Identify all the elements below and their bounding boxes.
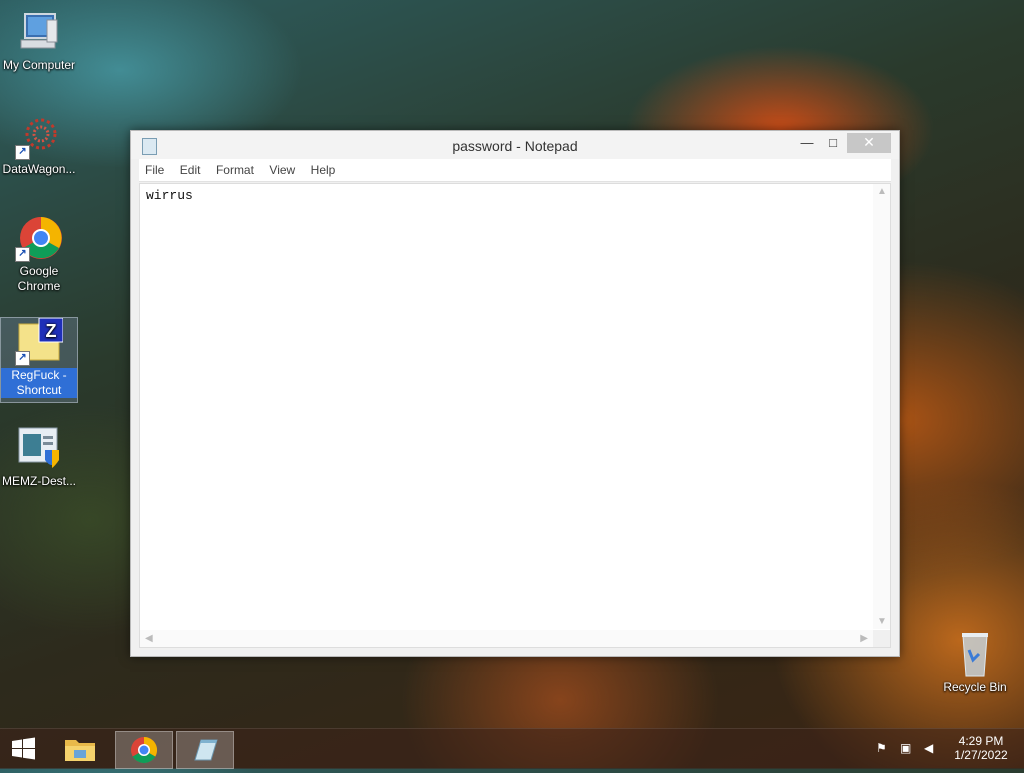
- start-button[interactable]: [0, 731, 48, 767]
- desktop-icon-label: MEMZ-Dest...: [2, 474, 76, 488]
- desktop-icon-datawagon[interactable]: ↗ DataWagon...: [1, 112, 77, 177]
- network-icon[interactable]: ▣: [900, 741, 911, 755]
- scroll-down-arrow-icon[interactable]: ▼: [877, 616, 887, 627]
- desktop-icon-recycle-bin[interactable]: Recycle Bin: [937, 630, 1013, 695]
- desktop-icon-label: RegFuck - Shortcut: [1, 368, 77, 398]
- desktop-icon-memz[interactable]: MEMZ-Dest...: [1, 424, 77, 489]
- minimize-button[interactable]: —: [793, 134, 821, 152]
- menu-view[interactable]: View: [264, 159, 300, 181]
- window-title: password - Notepad: [452, 138, 578, 154]
- volume-muted-icon[interactable]: ◀: [924, 741, 933, 755]
- computer-icon: [15, 8, 63, 56]
- window-titlebar[interactable]: password - Notepad — □ ✕: [131, 131, 899, 159]
- text-editor-area[interactable]: wirrus ▲ ▼ ◀ ▶: [139, 183, 891, 648]
- notepad-icon: [194, 739, 218, 761]
- clock-time: 4:29 PM: [958, 734, 1004, 748]
- desktop-icon-label: DataWagon...: [2, 162, 76, 176]
- close-button[interactable]: ✕: [847, 133, 891, 153]
- desktop-icon-regfuck-shortcut[interactable]: Z ↗ RegFuck - Shortcut: [0, 317, 78, 403]
- recycle-bin-icon: [951, 630, 999, 678]
- desktop-icon-google-chrome[interactable]: ↗ Google Chrome: [1, 214, 77, 294]
- desktop-icon-label: Recycle Bin: [943, 680, 1007, 694]
- desktop-icon-my-computer[interactable]: My Computer: [1, 8, 77, 73]
- datawagon-icon: ↗: [15, 112, 63, 160]
- maximize-button[interactable]: □: [819, 134, 847, 152]
- windows-logo-icon: [12, 737, 35, 760]
- menu-edit[interactable]: Edit: [175, 159, 206, 181]
- menu-bar: File Edit Format View Help: [139, 159, 891, 182]
- chrome-icon: [131, 736, 158, 764]
- chrome-icon: ↗: [15, 214, 63, 262]
- clock[interactable]: 4:29 PM 1/27/2022: [942, 729, 1020, 769]
- desktop-icon-label: Google Chrome: [17, 264, 61, 293]
- menu-help[interactable]: Help: [306, 159, 341, 181]
- scroll-left-arrow-icon[interactable]: ◀: [145, 633, 153, 644]
- scroll-up-arrow-icon[interactable]: ▲: [877, 186, 887, 197]
- action-center-flag-icon[interactable]: ⚑: [876, 741, 887, 755]
- shortcut-arrow-icon: ↗: [15, 351, 30, 366]
- memz-installer-icon: [15, 424, 63, 472]
- regfuck-icon: Z ↗: [15, 317, 64, 366]
- horizontal-scrollbar[interactable]: ◀ ▶: [140, 630, 873, 647]
- shortcut-arrow-icon: ↗: [15, 247, 30, 262]
- taskbar-file-explorer[interactable]: [52, 731, 108, 767]
- folder-icon: [65, 740, 95, 761]
- taskbar: ⚑ ▣ ◀ 4:29 PM 1/27/2022: [0, 728, 1024, 769]
- svg-text:Z: Z: [46, 321, 57, 341]
- document-text[interactable]: wirrus: [146, 188, 193, 203]
- shortcut-arrow-icon: ↗: [15, 145, 30, 160]
- vertical-scrollbar[interactable]: ▲ ▼: [873, 184, 890, 629]
- desktop-icon-label: My Computer: [2, 58, 76, 72]
- taskbar-google-chrome[interactable]: [115, 731, 173, 769]
- menu-format[interactable]: Format: [211, 159, 259, 181]
- resize-grip[interactable]: [873, 630, 890, 647]
- scroll-right-arrow-icon[interactable]: ▶: [860, 633, 868, 644]
- system-tray: ⚑ ▣ ◀: [872, 729, 942, 769]
- taskbar-notepad[interactable]: [176, 731, 234, 769]
- notepad-window[interactable]: password - Notepad — □ ✕ File Edit Forma…: [130, 130, 900, 657]
- clock-date: 1/27/2022: [954, 748, 1008, 762]
- menu-file[interactable]: File: [140, 159, 169, 181]
